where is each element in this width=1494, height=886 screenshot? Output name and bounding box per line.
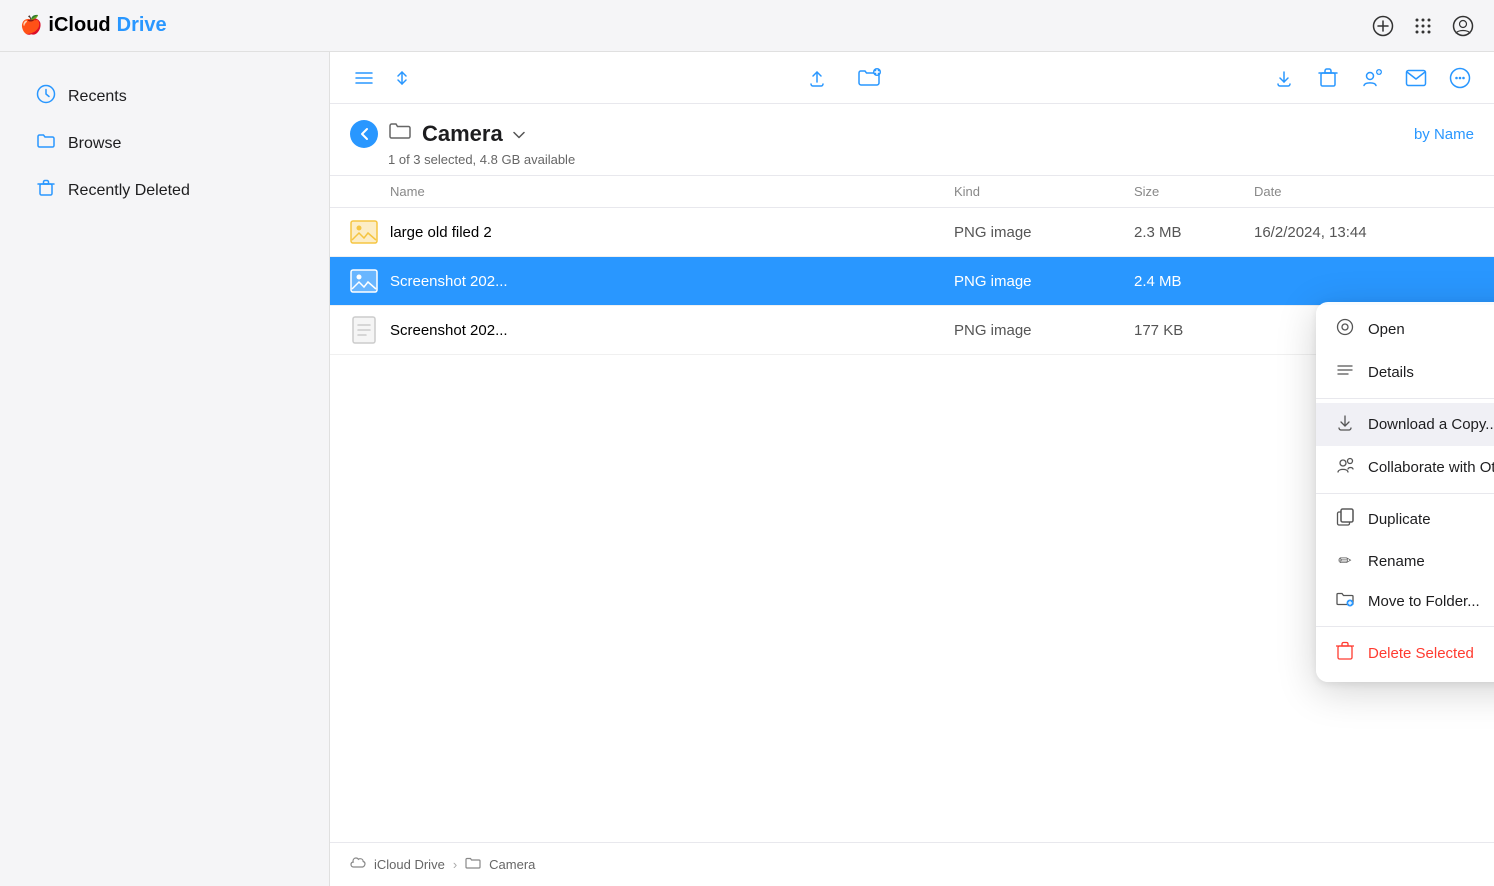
app-title-drive: Drive: [117, 14, 167, 37]
file-thumbnail: [350, 218, 378, 246]
grid-icon[interactable]: [1412, 15, 1434, 37]
sidebar-recently-deleted-label: Recently Deleted: [68, 182, 190, 200]
file-size: 177 KB: [1134, 322, 1254, 339]
sort-toggle-icon[interactable]: [388, 64, 416, 92]
folder-title-row: Camera by Name: [350, 120, 1474, 148]
titlebar-left: 🍎 iCloud Drive: [20, 14, 167, 37]
breadcrumb-camera-label: Camera: [489, 857, 535, 872]
menu-divider-1: [1316, 398, 1494, 399]
menu-details-label: Details: [1368, 364, 1414, 381]
sidebar-item-recents[interactable]: Recents: [12, 74, 317, 119]
collaborate-icon: [1334, 456, 1356, 479]
apple-icon: 🍎: [20, 15, 42, 36]
titlebar: 🍎 iCloud Drive: [0, 0, 1494, 52]
file-kind: PNG image: [954, 273, 1134, 290]
folder-icon: [36, 131, 56, 156]
menu-item-move[interactable]: Move to Folder...: [1316, 581, 1494, 622]
delete-selected-icon: [1334, 641, 1356, 666]
folder-chevron-icon[interactable]: [513, 126, 525, 142]
table-row[interactable]: Screenshot 202... PNG image 2.4 MB: [330, 257, 1494, 306]
sidebar-recents-label: Recents: [68, 88, 127, 106]
table-row[interactable]: large old filed 2 PNG image 2.3 MB 16/2/…: [330, 208, 1494, 257]
col-name: Name: [390, 184, 954, 199]
folder-type-icon: [388, 121, 412, 147]
file-name: large old filed 2: [390, 224, 954, 241]
toolbar-more-icon[interactable]: [1446, 64, 1474, 92]
add-icon[interactable]: [1372, 15, 1394, 37]
menu-item-open[interactable]: Open: [1316, 308, 1494, 351]
file-thumbnail: [350, 316, 378, 344]
sidebar: Recents Browse Recently Deleted: [0, 52, 330, 886]
folder-header: Camera by Name 1 of 3 selected, 4.8 GB a…: [330, 104, 1494, 176]
menu-collaborate-label: Collaborate with Others...: [1368, 459, 1494, 476]
menu-duplicate-label: Duplicate: [1368, 511, 1431, 528]
back-button[interactable]: [350, 120, 378, 148]
folder-name: Camera: [422, 121, 503, 147]
details-icon: [1334, 361, 1356, 384]
file-name: Screenshot 202...: [390, 322, 954, 339]
menu-item-duplicate[interactable]: Duplicate: [1316, 498, 1494, 541]
file-name: Screenshot 202...: [390, 273, 954, 290]
breadcrumb-cloud-icon: [350, 857, 366, 872]
sort-label[interactable]: by Name: [1414, 126, 1474, 143]
file-list-header: Name Kind Size Date: [330, 176, 1494, 208]
toolbar-right: [1270, 64, 1474, 92]
menu-open-label: Open: [1368, 321, 1405, 338]
toolbar-download-icon[interactable]: [1270, 64, 1298, 92]
main-layout: Recents Browse Recently Deleted: [0, 52, 1494, 886]
menu-move-label: Move to Folder...: [1368, 593, 1480, 610]
toolbar-share-icon[interactable]: [1358, 64, 1386, 92]
file-size: 2.3 MB: [1134, 224, 1254, 241]
sidebar-item-browse[interactable]: Browse: [12, 121, 317, 166]
col-kind: Kind: [954, 184, 1134, 199]
trash-icon-sidebar: [36, 178, 56, 203]
clock-icon: [36, 84, 56, 109]
breadcrumb: iCloud Drive › Camera: [330, 842, 1494, 886]
file-date: 16/2/2024, 13:44: [1254, 224, 1474, 241]
breadcrumb-separator: ›: [453, 857, 457, 872]
toolbar-delete-icon[interactable]: [1314, 64, 1342, 92]
open-icon: [1334, 318, 1356, 341]
upload-icon[interactable]: [803, 64, 831, 92]
file-kind: PNG image: [954, 322, 1134, 339]
content-area: Camera by Name 1 of 3 selected, 4.8 GB a…: [330, 52, 1494, 886]
menu-item-collaborate[interactable]: Collaborate with Others...: [1316, 446, 1494, 489]
menu-item-download[interactable]: Download a Copy...: [1316, 403, 1494, 446]
menu-download-label: Download a Copy...: [1368, 416, 1494, 433]
context-menu: Open Details: [1316, 302, 1494, 682]
menu-divider-2: [1316, 493, 1494, 494]
breadcrumb-icloud-label: iCloud Drive: [374, 857, 445, 872]
menu-divider-3: [1316, 626, 1494, 627]
titlebar-right: [1372, 15, 1474, 37]
file-thumbnail: [350, 267, 378, 295]
content-toolbar: [330, 52, 1494, 104]
menu-item-delete[interactable]: Delete Selected: [1316, 631, 1494, 676]
toolbar-email-icon[interactable]: [1402, 64, 1430, 92]
sidebar-browse-label: Browse: [68, 135, 121, 153]
file-size: 2.4 MB: [1134, 273, 1254, 290]
sidebar-item-recently-deleted[interactable]: Recently Deleted: [12, 168, 317, 213]
menu-item-rename[interactable]: ✏ Rename: [1316, 541, 1494, 581]
menu-delete-label: Delete Selected: [1368, 645, 1474, 662]
app-title-icloud: iCloud: [48, 14, 110, 37]
menu-item-details[interactable]: Details: [1316, 351, 1494, 394]
breadcrumb-folder-icon: [465, 856, 481, 873]
new-folder-icon[interactable]: [855, 64, 883, 92]
file-kind: PNG image: [954, 224, 1134, 241]
folder-subtitle: 1 of 3 selected, 4.8 GB available: [350, 152, 1474, 167]
duplicate-icon: [1334, 508, 1356, 531]
download-copy-icon: [1334, 413, 1356, 436]
menu-rename-label: Rename: [1368, 553, 1425, 570]
profile-icon[interactable]: [1452, 15, 1474, 37]
rename-icon: ✏: [1334, 551, 1356, 571]
col-size: Size: [1134, 184, 1254, 199]
toolbar-left: [350, 64, 416, 92]
col-date: Date: [1254, 184, 1474, 199]
toolbar-center: [803, 64, 883, 92]
move-folder-icon: [1334, 591, 1356, 612]
list-view-icon[interactable]: [350, 64, 378, 92]
